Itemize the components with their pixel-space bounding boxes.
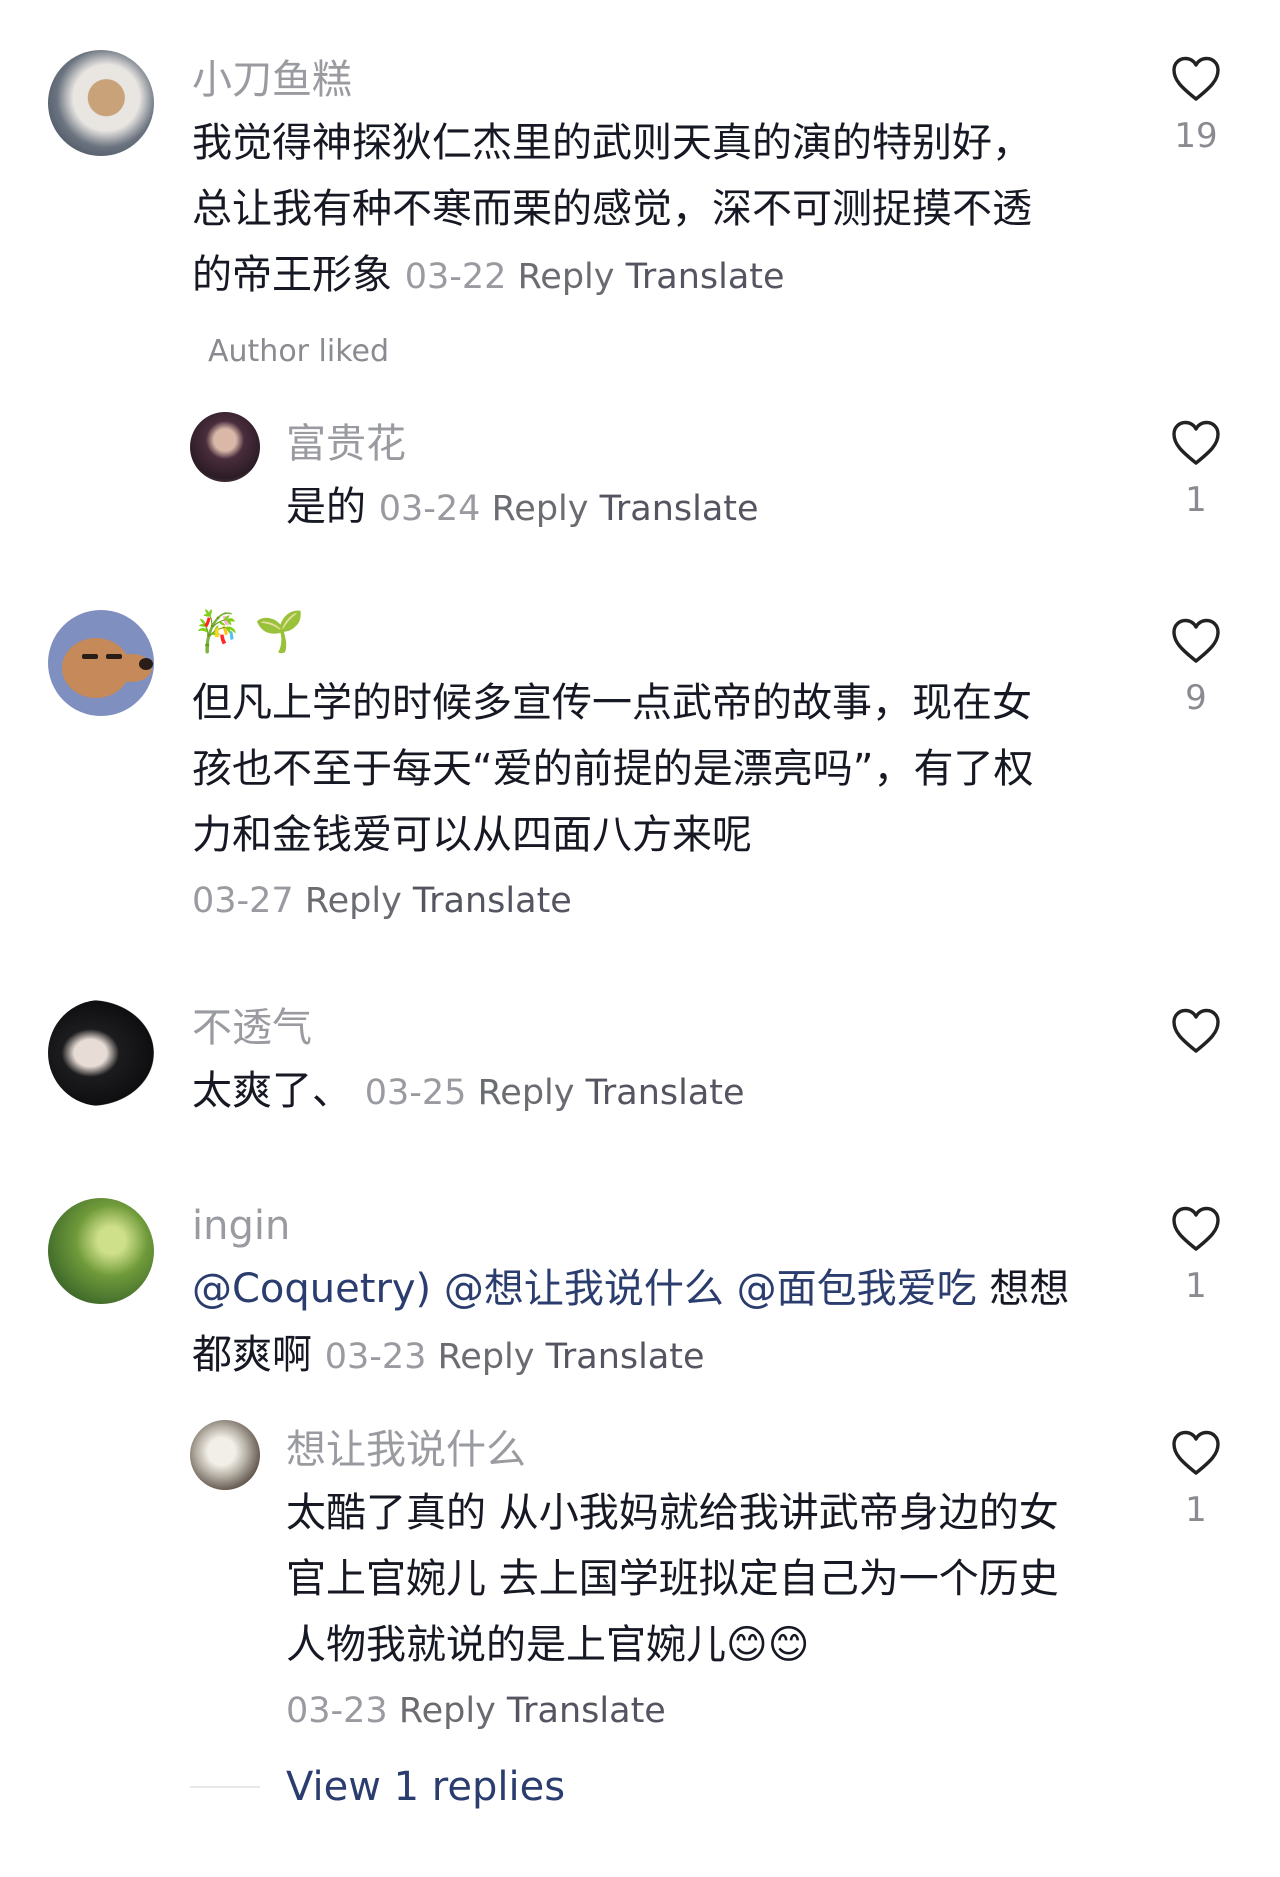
avatar[interactable] — [48, 50, 154, 156]
comment-meta: 03-24 Reply Translate — [379, 489, 759, 529]
comment-line: 总让我有种不寒而栗的感觉，深不可测捉摸不透 — [192, 186, 1032, 232]
emoji: 😊 — [726, 1622, 768, 1668]
heart-icon[interactable] — [1171, 618, 1221, 664]
comment-line: 的帝王形象 — [192, 252, 392, 298]
date: 03-23 — [324, 1337, 427, 1377]
dog-cartoon-icon — [62, 638, 153, 698]
comment-meta: 03-23 Reply Translate — [325, 1337, 705, 1377]
like-button[interactable]: 1 — [1168, 1206, 1224, 1306]
avatar[interactable] — [48, 1000, 154, 1106]
like-count: 1 — [1185, 1490, 1207, 1530]
heart-icon[interactable] — [1171, 420, 1221, 466]
comment-text: @Coquetry) @想让我说什么 @面包我爱吃 想想 都爽啊 03-23 R… — [192, 1256, 1132, 1390]
comment-line: 都爽啊 — [192, 1332, 312, 1378]
like-count: 9 — [1185, 678, 1207, 718]
like-button[interactable]: 19 — [1168, 56, 1224, 156]
comment-line: 官上官婉儿 去上国学班拟定自己为一个历史 — [286, 1556, 1059, 1602]
username[interactable]: 想让我说什么 — [286, 1430, 526, 1470]
like-count: 1 — [1185, 1266, 1207, 1306]
reply-button[interactable]: Reply — [478, 1073, 575, 1113]
username[interactable]: 小刀鱼糕 — [192, 60, 352, 100]
comment-line: 但凡上学的时候多宣传一点武帝的故事，现在女 — [192, 680, 1032, 726]
avatar[interactable] — [48, 1198, 154, 1304]
avatar[interactable] — [48, 610, 154, 716]
date: 03-23 — [286, 1691, 388, 1731]
like-count: 1 — [1185, 480, 1207, 520]
date: 03-25 — [364, 1073, 467, 1113]
date: 03-24 — [378, 489, 481, 529]
view-replies-label[interactable]: View 1 replies — [286, 1764, 565, 1810]
avatar[interactable] — [190, 412, 260, 482]
translate-button[interactable]: Translate — [546, 1337, 705, 1377]
view-replies-button[interactable]: View 1 replies — [190, 1764, 565, 1810]
comment-meta: 03-22 Reply Translate — [405, 257, 785, 297]
like-count: 19 — [1174, 116, 1218, 156]
comment-meta: 03-23 Reply Translate — [286, 1678, 1146, 1744]
heart-icon[interactable] — [1171, 56, 1221, 102]
date: 03-22 — [404, 257, 507, 297]
comment-text: 太爽了、 03-25 Reply Translate — [192, 1058, 745, 1126]
comment-line: 想想 — [989, 1266, 1070, 1312]
reply-button[interactable]: Reply — [438, 1337, 535, 1377]
reply-button[interactable]: Reply — [305, 881, 402, 921]
like-button[interactable]: 9 — [1168, 618, 1224, 718]
author-liked-badge: Author liked — [208, 334, 390, 369]
like-button[interactable]: 1 — [1168, 420, 1224, 520]
heart-icon[interactable] — [1171, 1206, 1221, 1252]
comment-line: 力和金钱爱可以从四面八方来呢 — [192, 812, 752, 858]
translate-button[interactable]: Translate — [626, 257, 785, 297]
divider — [190, 1786, 260, 1788]
translate-button[interactable]: Translate — [413, 881, 572, 921]
date: 03-27 — [192, 881, 294, 921]
comment-text: 是的 03-24 Reply Translate — [286, 474, 759, 542]
username[interactable]: ingin — [192, 1206, 290, 1246]
heart-icon[interactable] — [1171, 1430, 1221, 1476]
comment-text: 但凡上学的时候多宣传一点武帝的故事，现在女 孩也不至于每天“爱的前提的是漂亮吗”… — [192, 670, 1112, 934]
comment-meta: 03-27 Reply Translate — [192, 868, 1112, 934]
comment-line: 太酷了真的 从小我妈就给我讲武帝身边的女 — [286, 1490, 1059, 1536]
comment-line: 是的 — [286, 484, 366, 530]
translate-button[interactable]: Translate — [586, 1073, 745, 1113]
comment-text: 太酷了真的 从小我妈就给我讲武帝身边的女 官上官婉儿 去上国学班拟定自己为一个历… — [286, 1480, 1146, 1744]
comment-line: 我觉得神探狄仁杰里的武则天真的演的特别好， — [192, 120, 1032, 166]
translate-button[interactable]: Translate — [600, 489, 759, 529]
reply-button[interactable]: Reply — [518, 257, 615, 297]
comment-line: 孩也不至于每天“爱的前提的是漂亮吗”，有了权 — [192, 746, 1034, 792]
like-button[interactable] — [1168, 1008, 1224, 1068]
like-button[interactable]: 1 — [1168, 1430, 1224, 1530]
mention-link[interactable]: @想让我说什么 — [444, 1266, 724, 1312]
avatar[interactable] — [190, 1420, 260, 1490]
translate-button[interactable]: Translate — [507, 1691, 666, 1731]
reply-button[interactable]: Reply — [492, 489, 589, 529]
emoji: 😊 — [767, 1622, 810, 1668]
reply-button[interactable]: Reply — [399, 1691, 496, 1731]
mention-link[interactable]: @Coquetry) — [192, 1266, 431, 1312]
username[interactable]: 不透气 — [192, 1008, 312, 1048]
mention-link[interactable]: @面包我爱吃 — [737, 1266, 977, 1312]
comment-meta: 03-25 Reply Translate — [365, 1073, 745, 1113]
heart-icon[interactable] — [1171, 1008, 1221, 1054]
username[interactable]: 富贵花 — [286, 424, 406, 464]
comment-line: 太爽了、 — [192, 1068, 352, 1114]
comment-line: 人物我就说的是上官婉儿 — [286, 1622, 726, 1668]
comment-text: 我觉得神探狄仁杰里的武则天真的演的特别好， 总让我有种不寒而栗的感觉，深不可测捉… — [192, 110, 1112, 310]
username[interactable]: 🎋 🌱 — [192, 612, 304, 652]
